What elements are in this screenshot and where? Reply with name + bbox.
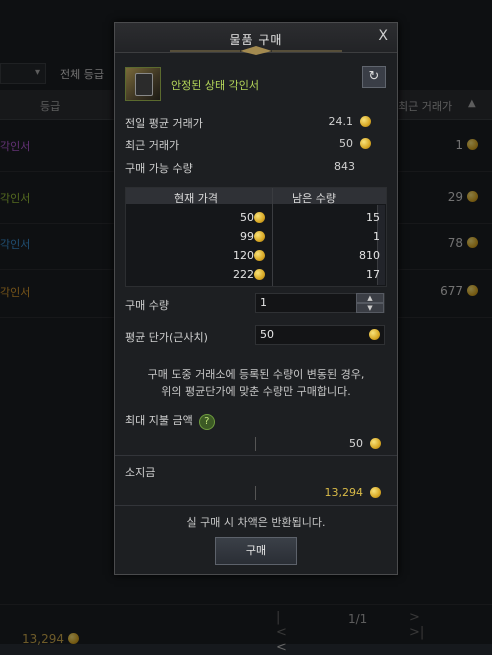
table-row[interactable]: 99 1	[126, 227, 380, 246]
listing-table-header: 현재 가격 남은 수량	[126, 188, 386, 205]
table-row[interactable]: 120 810	[126, 246, 380, 265]
gold-coin-icon	[369, 329, 380, 340]
owned-money-label: 소지금	[125, 466, 156, 479]
purchase-dialog: 물품 구매 X 안정된 상태 각인서 ↻ 전일 평균 거래가 24.1 최근 거…	[114, 22, 398, 575]
gold-coin-icon	[254, 250, 265, 261]
gold-coin-icon	[360, 116, 371, 127]
quantity-stepper[interactable]: 1 ▲ ▼	[255, 293, 385, 313]
prev-avg-label: 전일 평균 거래가	[125, 117, 203, 130]
notice-text: 구매 도중 거래소에 등록된 수량이 변동된 경우, 위의 평균단가에 맞춘 수…	[147, 368, 365, 398]
refund-notice: 실 구매 시 차액은 반환됩니다.	[186, 516, 326, 529]
col-current-price: 현재 가격	[174, 192, 218, 205]
quantity-label: 구매 수량	[125, 299, 169, 312]
col-remaining-qty: 남은 수량	[292, 192, 336, 205]
gold-coin-icon	[254, 269, 265, 280]
gold-coin-icon	[254, 212, 265, 223]
engraving-book-icon	[125, 67, 161, 101]
owned-money-value: 13,294	[324, 486, 364, 499]
decrement-icon[interactable]: ▼	[356, 303, 384, 313]
unit-price-field[interactable]: 50	[255, 325, 385, 345]
max-payment-label: 최대 지불 금액?	[125, 412, 215, 430]
max-payment-field: 50	[255, 435, 385, 453]
prev-avg-value: 24.1	[328, 115, 354, 128]
help-icon[interactable]: ?	[198, 414, 215, 430]
unit-price-value[interactable]: 50	[260, 328, 274, 341]
gold-coin-icon	[254, 231, 265, 242]
refresh-icon[interactable]: ↻	[362, 66, 386, 88]
gold-coin-icon	[370, 487, 381, 498]
divider	[115, 505, 397, 506]
item-name: 안정된 상태 각인서	[171, 79, 259, 92]
buyable-row: 구매 가능 수량 843	[125, 160, 387, 178]
close-icon[interactable]: X	[378, 28, 388, 44]
quantity-value[interactable]: 1	[260, 296, 267, 309]
gold-coin-icon	[360, 138, 371, 149]
recent-price-value: 50	[339, 137, 353, 150]
stepper-buttons: ▲ ▼	[356, 293, 384, 313]
buyable-label: 구매 가능 수량	[125, 162, 193, 175]
buy-button[interactable]: 구매	[215, 537, 297, 565]
owned-money-field: 13,294	[255, 484, 385, 502]
table-row[interactable]: 50 15	[126, 208, 380, 227]
buyable-value: 843	[334, 160, 355, 173]
increment-icon[interactable]: ▲	[356, 293, 384, 303]
listing-table: 현재 가격 남은 수량 50 15 99 1 120 810 222 17	[125, 187, 387, 287]
divider	[115, 455, 397, 456]
recent-price-label: 최근 거래가	[125, 139, 180, 152]
max-payment-value: 50	[349, 437, 363, 450]
title-ornament-icon	[170, 46, 342, 55]
prev-avg-row: 전일 평균 거래가 24.1	[125, 115, 387, 133]
table-row[interactable]: 222 17	[126, 265, 380, 284]
unit-price-label: 평균 단가(근사치)	[125, 331, 208, 344]
recent-price-row: 최근 거래가 50	[125, 137, 387, 155]
gold-coin-icon	[370, 438, 381, 449]
dialog-titlebar: 물품 구매 X	[115, 23, 397, 55]
